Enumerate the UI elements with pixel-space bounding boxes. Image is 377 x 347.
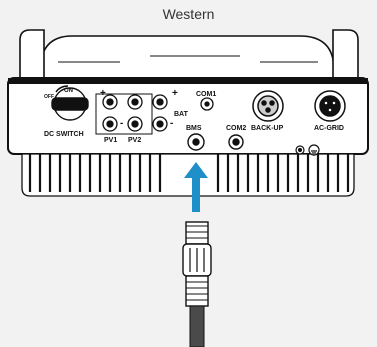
dc-switch-label: DC SWITCH xyxy=(44,131,84,138)
pv1-label: PV1 xyxy=(104,137,117,144)
backup-connector xyxy=(252,90,284,122)
bat-plus-label: + xyxy=(172,88,178,99)
bat-label: BAT xyxy=(174,111,189,118)
com1-label: COM1 xyxy=(196,91,216,98)
bms-port xyxy=(187,133,205,151)
com2-label: COM2 xyxy=(226,125,246,132)
bms-label: BMS xyxy=(186,125,202,132)
bms-cable-connector xyxy=(182,221,212,307)
switch-off-label: OFF xyxy=(44,94,54,100)
ac-grid-connector xyxy=(314,90,346,122)
diagram-canvas: Western ON OFF DC SWITCH + - PV1 PV2 + B… xyxy=(0,0,377,347)
com1-port xyxy=(200,97,214,111)
cable xyxy=(189,305,205,347)
switch-on-label: ON xyxy=(64,88,73,94)
pv-plus-label: + xyxy=(100,88,106,99)
pv-minus-label: - xyxy=(120,118,123,129)
ac-grid-label: AC-GRID xyxy=(314,125,344,132)
backup-label: BACK-UP xyxy=(251,125,284,132)
bat-minus-label: - xyxy=(170,118,173,129)
inverter-illustration: ON OFF DC SWITCH + - PV1 PV2 + BAT - COM… xyxy=(7,29,369,347)
pv2-label: PV2 xyxy=(128,137,141,144)
com2-port xyxy=(228,134,244,150)
